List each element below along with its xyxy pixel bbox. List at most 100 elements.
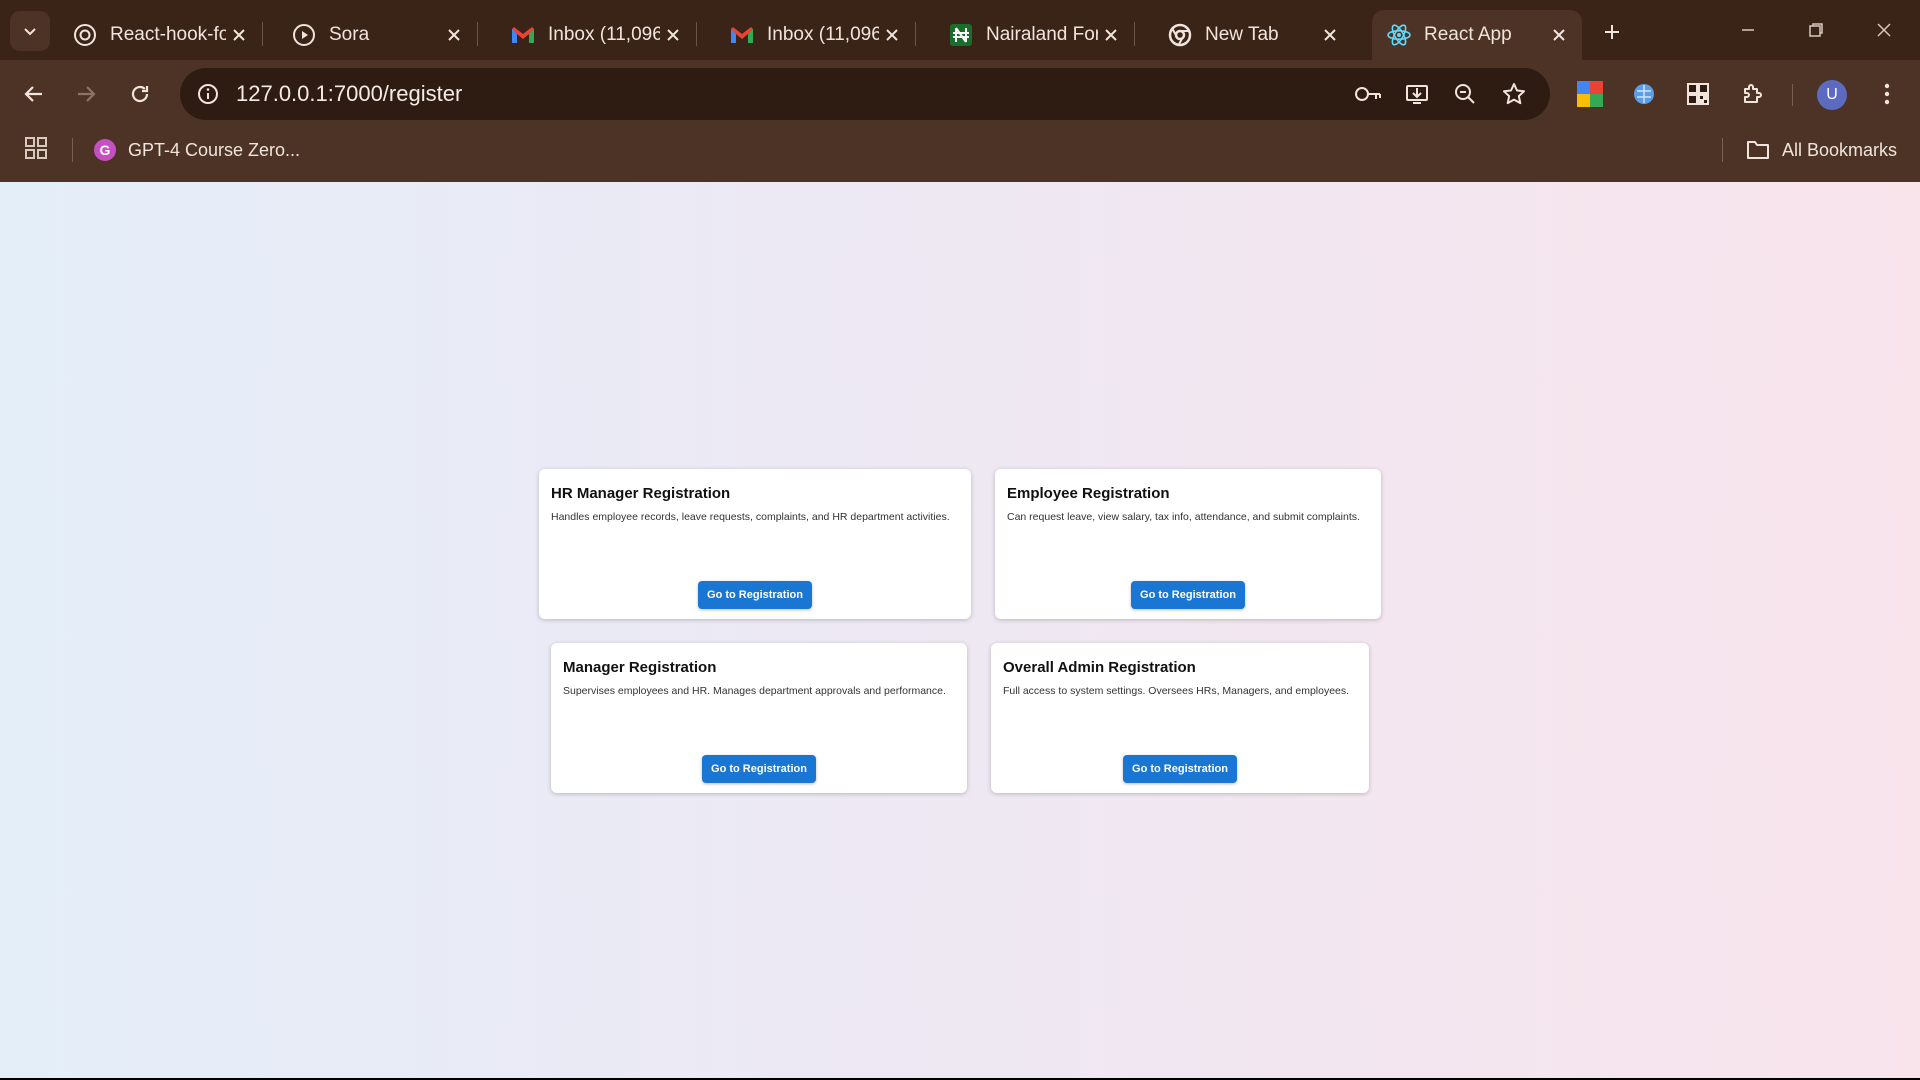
go-to-registration-button[interactable]: Go to Registration: [1131, 581, 1245, 609]
react-icon: [1386, 22, 1412, 48]
card-title: Manager Registration: [563, 659, 717, 676]
close-icon[interactable]: [660, 22, 686, 48]
apps-grid-button[interactable]: [24, 136, 48, 165]
bookmarks-separator: [1722, 138, 1723, 162]
new-tab-button[interactable]: [1594, 14, 1630, 50]
close-icon[interactable]: [226, 22, 252, 48]
registration-card-overall-admin: Overall Admin Registration Full access t…: [991, 643, 1369, 793]
qr-code-extension[interactable]: [1678, 74, 1718, 114]
restore-icon: [1809, 23, 1823, 37]
card-description: Full access to system settings. Oversees…: [1003, 685, 1350, 697]
card-description: Can request leave, view salary, tax info…: [1007, 511, 1360, 523]
registration-card-hr-manager: HR Manager Registration Handles employee…: [539, 469, 971, 619]
all-bookmarks-button[interactable]: All Bookmarks: [1746, 136, 1897, 164]
browser-toolbar: 127.0.0.1:7000/register U: [0, 60, 1920, 128]
restore-button[interactable]: [1788, 10, 1844, 50]
close-icon[interactable]: [1546, 22, 1572, 48]
tab-strip: React-hook-fo Sora Inbox (11,096) Inbox …: [0, 0, 1920, 60]
go-to-registration-button[interactable]: Go to Registration: [1123, 755, 1237, 783]
tab-react-app[interactable]: React App: [1372, 10, 1582, 60]
tab-sora[interactable]: Sora: [277, 10, 478, 60]
page-viewport: HR Manager Registration Handles employee…: [0, 182, 1920, 1078]
apps-grid-icon: [25, 137, 47, 159]
go-to-registration-button[interactable]: Go to Registration: [698, 581, 812, 609]
arrow-left-icon: [24, 86, 42, 102]
browser-window: React-hook-fo Sora Inbox (11,096) Inbox …: [0, 0, 1920, 1078]
bookmark-favicon-icon: G: [94, 139, 116, 161]
tab-title: Inbox (11,096): [767, 24, 879, 45]
gmail-icon: [510, 22, 536, 48]
plus-icon: [1605, 25, 1619, 39]
install-app-button[interactable]: [1399, 76, 1435, 112]
translate-icon: [1577, 81, 1603, 107]
bookmark-label: GPT-4 Course Zero...: [128, 139, 301, 160]
folder-icon: [1747, 141, 1769, 159]
registration-card-employee: Employee Registration Can request leave,…: [995, 469, 1381, 619]
tab-search-button[interactable]: [10, 11, 50, 51]
tab-separator: [1134, 22, 1135, 46]
close-icon[interactable]: [441, 22, 467, 48]
back-button[interactable]: [14, 74, 54, 114]
browser-menu-button[interactable]: [1867, 74, 1907, 114]
minimize-icon: [1742, 29, 1754, 31]
close-icon: [1877, 23, 1891, 37]
window-close-button[interactable]: [1856, 10, 1912, 50]
openai-icon: [72, 22, 98, 48]
url-text[interactable]: 127.0.0.1:7000/register: [236, 81, 462, 107]
all-bookmarks-label: All Bookmarks: [1782, 139, 1898, 160]
tab-nairaland[interactable]: Nairaland Foru: [934, 10, 1135, 60]
extension-globe[interactable]: [1624, 74, 1664, 114]
close-icon[interactable]: [879, 22, 905, 48]
reload-icon: [131, 85, 149, 103]
registration-card-manager: Manager Registration Supervises employee…: [551, 643, 967, 793]
tab-separator: [477, 22, 478, 46]
tab-react-hook-form[interactable]: React-hook-fo: [58, 10, 263, 60]
nairaland-icon: [948, 22, 974, 48]
card-title: Employee Registration: [1007, 485, 1170, 502]
tab-separator: [915, 22, 916, 46]
zoom-out-icon: [1455, 84, 1475, 104]
tab-separator: [262, 22, 263, 46]
close-icon[interactable]: [1098, 22, 1124, 48]
bookmark-star-button[interactable]: [1496, 76, 1532, 112]
bookmark-gpt4-course[interactable]: G GPT-4 Course Zero...: [94, 138, 300, 162]
info-icon: [198, 84, 218, 104]
tab-separator: [696, 22, 697, 46]
minimize-button[interactable]: [1720, 10, 1776, 50]
site-info-button[interactable]: [190, 76, 226, 112]
password-key-button[interactable]: [1350, 76, 1386, 112]
more-vertical-icon: [1884, 83, 1890, 105]
tab-title: Nairaland Foru: [986, 24, 1098, 45]
profile-avatar[interactable]: U: [1817, 80, 1847, 110]
puzzle-icon: [1744, 84, 1762, 103]
card-description: Supervises employees and HR. Manages dep…: [563, 685, 946, 697]
arrow-right-icon: [78, 86, 96, 102]
star-icon: [1503, 83, 1525, 105]
chevron-down-icon: [24, 28, 36, 36]
close-icon[interactable]: [1317, 22, 1343, 48]
chrome-icon: [1167, 22, 1193, 48]
translate-extension[interactable]: [1570, 74, 1610, 114]
card-description: Handles employee records, leave requests…: [551, 511, 950, 523]
forward-button[interactable]: [66, 74, 106, 114]
bookmarks-separator: [72, 138, 73, 162]
go-to-registration-button[interactable]: Go to Registration: [702, 755, 816, 783]
address-bar[interactable]: 127.0.0.1:7000/register: [180, 68, 1550, 120]
toolbar-separator: [1792, 84, 1793, 106]
play-circle-icon: [291, 22, 317, 48]
qr-code-icon: [1687, 83, 1709, 105]
extensions-button[interactable]: [1733, 74, 1773, 114]
tab-new-tab[interactable]: New Tab: [1153, 10, 1353, 60]
tab-inbox-1[interactable]: Inbox (11,096): [496, 10, 697, 60]
key-icon: [1355, 87, 1381, 101]
zoom-button[interactable]: [1447, 76, 1483, 112]
tab-inbox-2[interactable]: Inbox (11,096): [715, 10, 916, 60]
tab-title: React App: [1424, 24, 1512, 45]
tab-title: Inbox (11,096): [548, 24, 660, 45]
gmail-icon: [729, 22, 755, 48]
globe-icon: [1634, 84, 1654, 104]
tab-title: New Tab: [1205, 24, 1279, 45]
reload-button[interactable]: [120, 74, 160, 114]
tab-title: Sora: [329, 24, 370, 45]
install-icon: [1406, 85, 1428, 104]
